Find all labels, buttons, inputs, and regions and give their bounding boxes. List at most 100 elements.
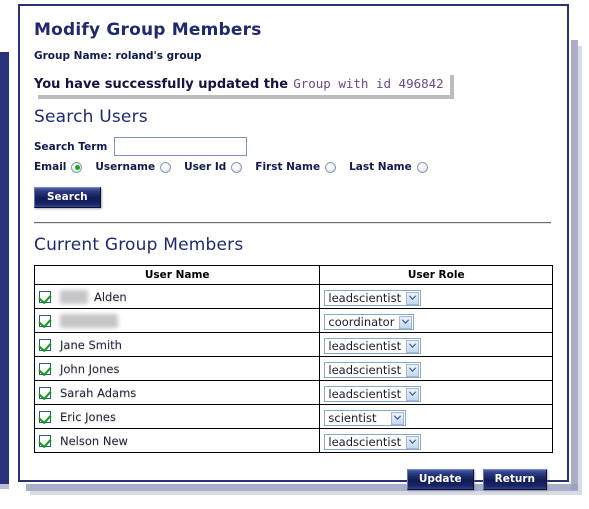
search-button-row: Search: [32, 185, 555, 208]
cell-user-name: Paul Alden: [33, 284, 321, 309]
cell-user-role: coordinator: [319, 308, 553, 333]
table-row: Nelson New leadscientist: [33, 428, 553, 453]
radio-button-icon-lastname[interactable]: [416, 161, 428, 173]
section-divider: [34, 222, 551, 223]
checkbox-checked-icon[interactable]: [39, 290, 51, 303]
chevron-down-icon[interactable]: [406, 363, 420, 377]
radio-option-email[interactable]: Email: [34, 161, 83, 173]
radio-label-firstname: First Name: [255, 161, 321, 173]
column-header-user-name: User Name: [33, 265, 321, 285]
table-row: Paul User coordinator: [33, 308, 553, 333]
window-shadow-right-outer: [578, 46, 582, 492]
chevron-down-icon[interactable]: [406, 339, 420, 353]
user-name-wrapper: Eric Jones: [35, 410, 319, 424]
window-shadow-right: [571, 40, 578, 490]
table-row: Eric Jones scientist: [33, 404, 553, 429]
cell-user-role: leadscientist: [319, 332, 553, 357]
browser-frame: Modify Group Members Group Name: roland'…: [0, 0, 589, 509]
page-left-chrome-shadow: [0, 484, 9, 489]
cell-user-role: leadscientist: [319, 284, 553, 309]
checkbox-checked-icon[interactable]: [39, 362, 51, 375]
user-name-text: Sarah Adams: [60, 385, 137, 400]
cell-user-name: John Jones: [33, 356, 321, 381]
radio-label-lastname: Last Name: [349, 161, 412, 173]
cell-user-name: Nelson New: [33, 428, 321, 453]
user-role-wrapper: leadscientist: [320, 287, 552, 306]
checkbox-checked-icon[interactable]: [39, 434, 51, 447]
status-message-entity-id: Group with id 496842: [293, 76, 444, 91]
cell-user-role: leadscientist: [319, 356, 553, 381]
user-role-value: leadscientist: [328, 387, 402, 401]
checkbox-checked-icon[interactable]: [39, 386, 51, 399]
search-input[interactable]: [114, 137, 248, 156]
user-role-select[interactable]: scientist: [324, 410, 407, 426]
user-role-value: leadscientist: [328, 435, 402, 449]
return-button[interactable]: Return: [482, 469, 547, 490]
cell-user-role: scientist: [319, 404, 553, 429]
chevron-down-icon[interactable]: [406, 435, 420, 449]
user-name-text: Alden: [93, 289, 127, 304]
status-message-text: You have successfully updated the: [34, 77, 289, 92]
group-members-table: User Name User Role Paul Alden leadscienti…: [33, 265, 553, 453]
radio-label-userid: User Id: [184, 161, 227, 173]
radio-option-username[interactable]: Username: [95, 161, 172, 173]
search-term-label: Search Term: [34, 140, 108, 153]
user-name-wrapper: Paul User: [35, 313, 319, 328]
page-title: Modify Group Members: [34, 20, 262, 40]
user-role-select[interactable]: leadscientist: [324, 338, 422, 354]
radio-option-userid[interactable]: User Id: [184, 161, 243, 173]
status-message: You have successfully updated the Group …: [34, 71, 450, 95]
current-group-members-heading: Current Group Members: [34, 235, 244, 255]
chevron-down-icon[interactable]: [399, 315, 413, 329]
chevron-down-icon[interactable]: [406, 387, 420, 401]
radio-button-icon-username[interactable]: [160, 161, 172, 173]
table-row: Jane Smith leadscientist: [33, 332, 553, 357]
radio-button-icon-userid[interactable]: [231, 161, 243, 173]
user-name-prefix: Paul: [60, 289, 88, 304]
user-role-select[interactable]: leadscientist: [324, 290, 422, 306]
page-left-chrome-strip: [0, 52, 9, 484]
column-header-user-role: User Role: [319, 265, 553, 285]
search-button[interactable]: Search: [34, 187, 101, 208]
radio-option-firstname[interactable]: First Name: [255, 161, 337, 173]
user-role-wrapper: leadscientist: [320, 335, 552, 354]
user-role-wrapper: leadscientist: [320, 383, 552, 402]
user-role-select[interactable]: coordinator: [324, 314, 415, 330]
radio-label-username: Username: [95, 161, 156, 173]
radio-button-icon-firstname[interactable]: [325, 161, 337, 173]
user-name-text: Paul User: [60, 313, 118, 328]
radio-button-icon-email[interactable]: [71, 161, 83, 173]
radio-option-lastname[interactable]: Last Name: [349, 161, 428, 173]
user-role-wrapper: scientist: [320, 407, 552, 426]
checkbox-checked-icon[interactable]: [39, 314, 51, 327]
user-name-text: Jane Smith: [60, 337, 122, 352]
user-role-wrapper: leadscientist: [320, 431, 552, 450]
user-role-select[interactable]: leadscientist: [324, 386, 422, 402]
window-shadow-bottom-outer: [30, 491, 582, 495]
user-role-wrapper: coordinator: [320, 311, 552, 330]
table-row: Paul Alden leadscientist: [33, 284, 553, 309]
user-role-select[interactable]: leadscientist: [324, 362, 422, 378]
cell-user-name: Paul User: [33, 308, 321, 333]
user-role-select[interactable]: leadscientist: [324, 434, 422, 450]
user-name-wrapper: Paul Alden: [35, 289, 319, 304]
checkbox-checked-icon[interactable]: [39, 410, 51, 423]
user-role-value: leadscientist: [328, 291, 402, 305]
search-users-heading: Search Users: [34, 107, 148, 127]
table-head: User Name User Role: [33, 265, 553, 285]
chevron-down-icon[interactable]: [406, 291, 420, 305]
table-row: Sarah Adams leadscientist: [33, 380, 553, 405]
content-window: Modify Group Members Group Name: roland'…: [18, 4, 569, 490]
search-term-row: Search Term: [34, 137, 555, 156]
update-button[interactable]: Update: [406, 469, 474, 490]
search-field-radio-group: Email Username User Id First Name Last N: [34, 161, 555, 173]
user-role-wrapper: leadscientist: [320, 359, 552, 378]
form-actions: Update Return: [32, 469, 547, 490]
checkbox-checked-icon[interactable]: [39, 338, 51, 351]
group-name-label: Group Name: roland's group: [34, 50, 202, 62]
table-row: John Jones leadscientist: [33, 356, 553, 381]
user-role-value: leadscientist: [328, 363, 402, 377]
status-message-container: You have successfully updated the Group …: [34, 71, 454, 99]
chevron-down-icon[interactable]: [391, 411, 405, 425]
table-header-row: User Name User Role: [33, 265, 553, 285]
